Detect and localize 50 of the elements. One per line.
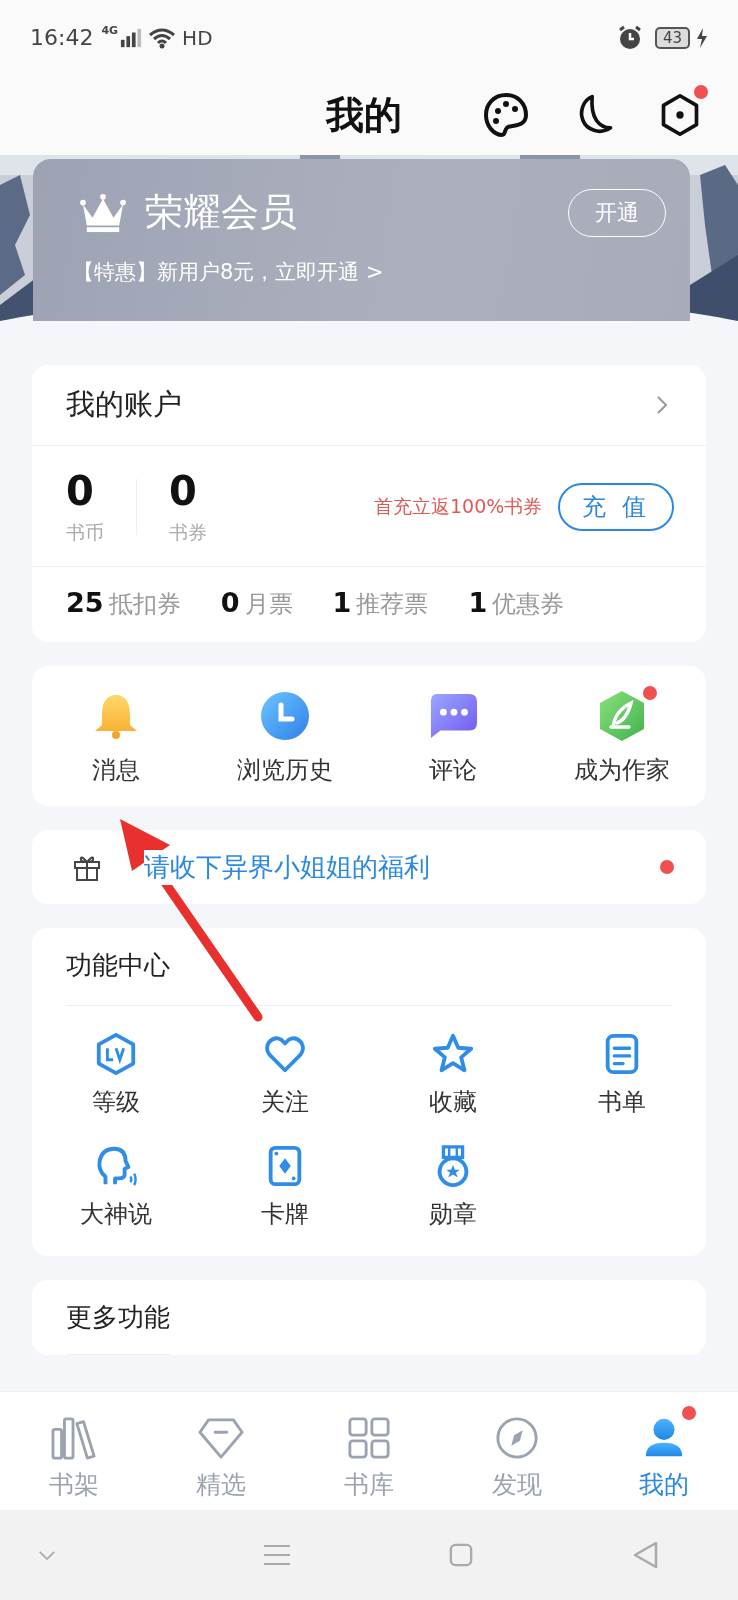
shortcut-label[interactable]: 成为作家 xyxy=(573,754,670,786)
grid-icon xyxy=(347,1415,391,1460)
balance-value: 0 xyxy=(169,468,198,514)
recharge-button[interactable]: 充 值 xyxy=(558,483,674,531)
tab[interactable]: 我的 xyxy=(590,1401,738,1501)
ticket-count: 1 优惠券 xyxy=(468,587,565,620)
crown-icon xyxy=(79,192,127,233)
promo-text: 首充立返100%书券 xyxy=(374,494,543,519)
balance-label: 书币 xyxy=(66,520,104,545)
section-title: 更多功能 xyxy=(66,1302,170,1355)
account-title: 我的账户 xyxy=(66,386,182,423)
wifi-icon xyxy=(148,26,177,49)
bookshelf-icon xyxy=(49,1415,98,1460)
feature-label[interactable]: 勋章 xyxy=(429,1198,478,1230)
ticket-count: 0 月票 xyxy=(220,587,293,620)
ticket-count: 1 推荐票 xyxy=(332,587,429,620)
palette-icon[interactable] xyxy=(482,91,530,139)
network-label: 4G xyxy=(101,24,119,37)
feature-label[interactable]: 书单 xyxy=(597,1086,646,1118)
feature-label[interactable]: 大神说 xyxy=(80,1198,153,1230)
gift-text[interactable]: 请收下异界小姐姐的福利 xyxy=(144,849,430,885)
ticket-count: 25 抵扣券 xyxy=(66,587,181,620)
balance-value: 0 xyxy=(66,468,95,514)
speaking-head-icon[interactable] xyxy=(94,1144,139,1188)
shortcut-label[interactable]: 浏览历史 xyxy=(236,754,333,786)
page-title: 我的 xyxy=(326,90,402,139)
charging-icon xyxy=(696,27,708,48)
chevron-right-icon[interactable] xyxy=(656,395,668,415)
balance-label: 书券 xyxy=(169,520,207,545)
feature-label[interactable]: 关注 xyxy=(260,1086,309,1118)
hd-label: HD xyxy=(182,25,213,50)
diamond-icon xyxy=(197,1415,246,1460)
shortcut-label[interactable]: 评论 xyxy=(429,754,478,786)
gift-banner[interactable]: 请收下异界小姐姐的福利 xyxy=(32,830,706,904)
status-time: 16:42 xyxy=(30,25,94,50)
menu-icon[interactable] xyxy=(262,1544,291,1566)
back-triangle-icon[interactable] xyxy=(632,1541,659,1569)
clock-icon[interactable] xyxy=(259,691,310,741)
feature-label[interactable]: 收藏 xyxy=(429,1086,478,1118)
alarm-icon xyxy=(616,24,643,51)
feature-label[interactable]: 等级 xyxy=(92,1086,141,1118)
section-title: 功能中心 xyxy=(66,948,672,1006)
chevron-down-icon[interactable] xyxy=(38,1549,56,1561)
shortcut-label[interactable]: 消息 xyxy=(92,754,141,786)
membership-title: 荣耀会员 xyxy=(145,189,297,236)
battery-level: 43 xyxy=(654,26,690,49)
signal-icon xyxy=(120,27,143,48)
home-square-icon[interactable] xyxy=(449,1543,474,1567)
compass-icon xyxy=(494,1415,539,1460)
feature-label[interactable]: 卡牌 xyxy=(260,1198,309,1230)
